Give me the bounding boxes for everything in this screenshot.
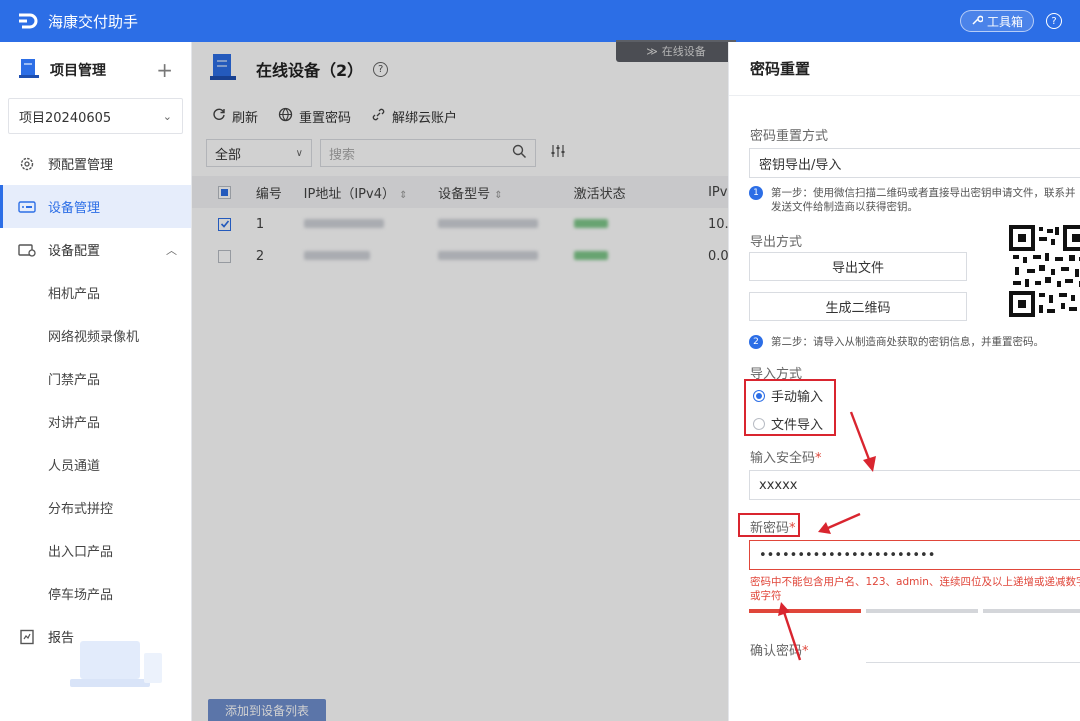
drawer-title: 密码重置 bbox=[729, 42, 1080, 96]
project-header-title: 项目管理 bbox=[50, 63, 106, 79]
help-icon[interactable]: ? bbox=[1046, 13, 1062, 29]
security-code-label: 输入安全码* bbox=[750, 451, 822, 466]
strength-segment bbox=[749, 609, 861, 613]
sidebar-item-device-config[interactable]: 设备配置 ︿ bbox=[0, 228, 191, 271]
confirm-password-label: 确认密码* bbox=[750, 644, 809, 659]
export-method-label: 导出方式 bbox=[750, 235, 803, 250]
annotation-box-import bbox=[744, 379, 836, 436]
sidebar-subitem[interactable]: 对讲产品 bbox=[0, 400, 191, 443]
sidebar-item-device-management[interactable]: 设备管理 bbox=[0, 185, 191, 228]
wrench-icon bbox=[971, 14, 984, 29]
step-two-hint: 2 第二步：请导入从制造商处获取的密钥信息，并重置密码。 bbox=[749, 335, 1079, 349]
new-password-input[interactable]: ••••••••••••••••••••••• bbox=[749, 540, 1080, 570]
sidebar-subitem[interactable]: 出入口产品 bbox=[0, 529, 191, 572]
gear-icon bbox=[18, 155, 36, 173]
info-icon: 2 bbox=[749, 335, 763, 349]
password-strength-meter bbox=[749, 609, 1080, 613]
password-reset-drawer: 密码重置 密码重置方式 密钥导出/导入 1 第一步：使用微信扫描二维码或者直接导… bbox=[728, 42, 1080, 721]
project-icon bbox=[18, 57, 40, 83]
sidebar: 项目管理 + 项目20240605 ⌄ 预配置管理 设备管理 设备配置 ︿ 相机… bbox=[0, 42, 192, 721]
sidebar-item-label: 设备管理 bbox=[48, 201, 101, 216]
add-project-icon[interactable]: + bbox=[156, 58, 173, 82]
confirm-password-input[interactable] bbox=[866, 662, 1080, 664]
sidebar-item-label: 预配置管理 bbox=[48, 158, 114, 173]
sidebar-subitem[interactable]: 网络视频录像机 bbox=[0, 314, 191, 357]
info-icon: 1 bbox=[749, 186, 763, 200]
sidebar-subitem[interactable]: 分布式拼控 bbox=[0, 486, 191, 529]
sidebar-subitem[interactable]: 人员通道 bbox=[0, 443, 191, 486]
project-header: 项目管理 + bbox=[0, 42, 191, 98]
sidebar-item-preconfig[interactable]: 预配置管理 bbox=[0, 142, 191, 185]
toolbox-label: 工具箱 bbox=[986, 14, 1023, 29]
chevron-up-icon: ︿ bbox=[166, 243, 177, 257]
sidebar-subitem[interactable]: 相机产品 bbox=[0, 271, 191, 314]
reset-method-select[interactable]: 密钥导出/导入 bbox=[749, 148, 1080, 178]
strength-segment bbox=[866, 609, 978, 613]
chevron-down-icon: ⌄ bbox=[162, 109, 172, 123]
laptop-illustration-icon bbox=[60, 633, 170, 703]
step-one-hint: 1 第一步：使用微信扫描二维码或者直接导出密钥申请文件，联系并发送文件给制造商以… bbox=[749, 186, 1079, 214]
app-logo-icon bbox=[14, 7, 42, 35]
security-code-input[interactable]: xxxxx bbox=[749, 470, 1080, 500]
project-select[interactable]: 项目20240605 ⌄ bbox=[8, 98, 183, 134]
reset-method-label: 密码重置方式 bbox=[750, 129, 829, 144]
project-select-value: 项目20240605 bbox=[19, 110, 112, 126]
sidebar-subitem[interactable]: 门禁产品 bbox=[0, 357, 191, 400]
sidebar-item-label: 设备配置 bbox=[48, 244, 101, 259]
strength-segment bbox=[983, 609, 1080, 613]
qr-code-icon bbox=[1009, 223, 1080, 319]
report-icon bbox=[18, 628, 36, 646]
export-file-button[interactable]: 导出文件 bbox=[749, 252, 967, 281]
toolbox-button[interactable]: 工具箱 bbox=[959, 10, 1034, 32]
generate-qr-button[interactable]: 生成二维码 bbox=[749, 292, 967, 321]
annotation-box-new-password bbox=[738, 513, 800, 537]
sidebar-subitem[interactable]: 停车场产品 bbox=[0, 572, 191, 615]
device-icon bbox=[18, 198, 36, 216]
password-error-message: 密码中不能包含用户名、123、admin、连续四位及以上递增或递减数字或字符 bbox=[750, 576, 1080, 602]
top-bar: 海康交付助手 工具箱 ? bbox=[0, 0, 1080, 42]
config-icon bbox=[18, 241, 36, 259]
app-title: 海康交付助手 bbox=[48, 12, 139, 31]
modal-overlay[interactable] bbox=[192, 42, 728, 721]
